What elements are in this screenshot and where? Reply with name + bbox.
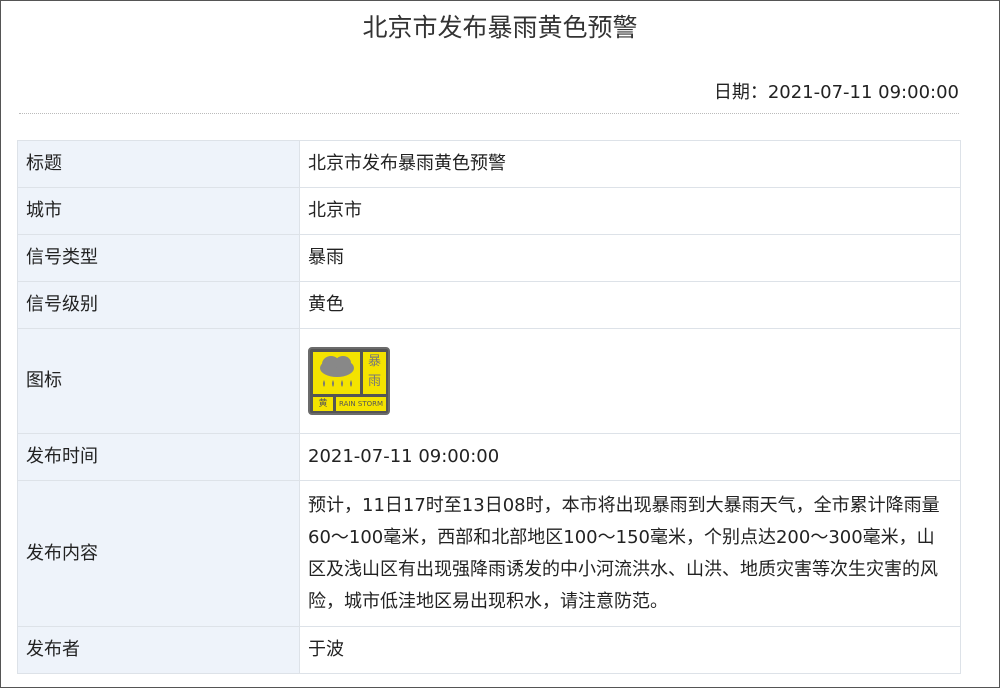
icon-char-top: 暴: [367, 354, 381, 369]
divider: [19, 113, 959, 114]
table-row: 发布时间 2021-07-11 09:00:00: [17, 433, 961, 481]
icon-label-left: 黄: [313, 397, 333, 411]
row-label: 城市: [17, 187, 300, 235]
row-value: 暴雨: [299, 234, 961, 282]
row-value: 于波: [299, 626, 961, 674]
row-label: 信号类型: [17, 234, 300, 282]
table-row: 信号类型 暴雨: [17, 234, 961, 282]
row-label: 发布者: [17, 626, 300, 674]
icon-char-bottom: 雨: [367, 374, 381, 389]
table-row: 图标 暴 雨 黄 RAIN STORM: [17, 328, 961, 434]
row-value-icon: 暴 雨 黄 RAIN STORM: [299, 328, 961, 434]
row-value: 黄色: [299, 281, 961, 329]
row-value: 北京市发布暴雨黄色预警: [299, 140, 961, 188]
row-value: 2021-07-11 09:00:00: [299, 433, 961, 481]
row-value-content: 预计，11日17时至13日08时，本市将出现暴雨到大暴雨天气，全市累计降雨量60…: [299, 480, 961, 627]
row-label: 图标: [17, 328, 300, 434]
row-label: 发布内容: [17, 480, 300, 627]
table-row: 标题 北京市发布暴雨黄色预警: [17, 140, 961, 188]
table-row: 城市 北京市: [17, 187, 961, 235]
page-frame: 北京市发布暴雨黄色预警 日期：2021-07-11 09:00:00 标题 北京…: [0, 0, 1000, 688]
row-label: 信号级别: [17, 281, 300, 329]
table-row: 信号级别 黄色: [17, 281, 961, 329]
table-row: 发布者 于波: [17, 626, 961, 674]
row-value: 北京市: [299, 187, 961, 235]
rainstorm-yellow-warning-icon: 暴 雨 黄 RAIN STORM: [308, 347, 390, 415]
row-label: 标题: [17, 140, 300, 188]
cloud-rain-icon: [313, 352, 360, 394]
page-title: 北京市发布暴雨黄色预警: [362, 13, 638, 42]
warning-info-table: 标题 北京市发布暴雨黄色预警 城市 北京市 信号类型 暴雨 信号级别 黄色 图标: [17, 140, 961, 674]
table-row: 发布内容 预计，11日17时至13日08时，本市将出现暴雨到大暴雨天气，全市累计…: [17, 480, 961, 627]
row-label: 发布时间: [17, 433, 300, 481]
publish-date: 日期：2021-07-11 09:00:00: [713, 82, 959, 103]
icon-label-right: RAIN STORM: [336, 397, 386, 411]
